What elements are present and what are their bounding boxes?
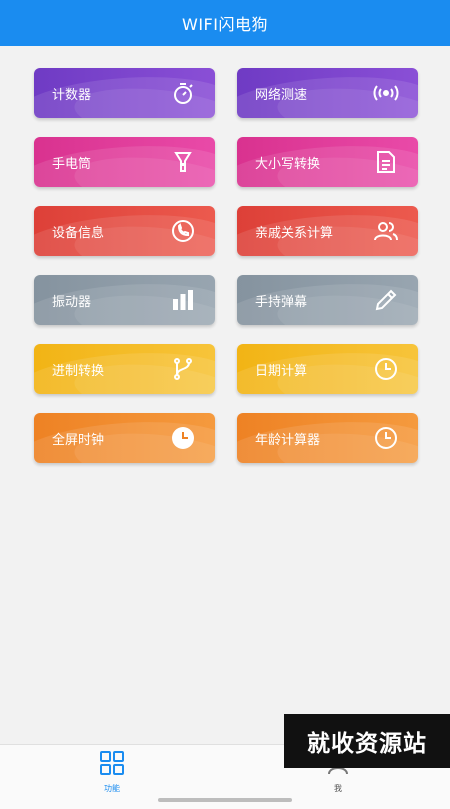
tile-case-convert[interactable]: 大小写转换 xyxy=(237,137,418,187)
clock-filled-icon xyxy=(169,424,197,452)
tile-label: 全屏时钟 xyxy=(52,432,105,448)
tile-date-calc[interactable]: 日期计算 xyxy=(237,344,418,394)
tile-relative-calc[interactable]: 亲戚关系计算 xyxy=(237,206,418,256)
people-icon xyxy=(372,217,400,245)
tab-function-label: 功能 xyxy=(104,784,120,793)
tile-label: 亲戚关系计算 xyxy=(255,225,334,241)
tab-me-label: 我 xyxy=(334,784,342,793)
clock-icon xyxy=(372,355,400,383)
app-title: WIFI闪电狗 xyxy=(182,15,268,34)
tile-label: 网络测速 xyxy=(255,87,308,103)
tile-label: 日期计算 xyxy=(255,363,308,379)
tile-flashlight[interactable]: 手电筒 xyxy=(34,137,215,187)
tab-function[interactable]: 功能 xyxy=(92,749,132,794)
tile-counter[interactable]: 计数器 xyxy=(34,68,215,118)
tile-network-speed[interactable]: 网络测速 xyxy=(237,68,418,118)
clock-icon xyxy=(372,424,400,452)
app-title-bar: WIFI闪电狗 xyxy=(0,0,450,46)
tile-base-convert[interactable]: 进制转换 xyxy=(34,344,215,394)
watermark: 就收资源站 xyxy=(284,714,450,768)
tile-label: 年龄计算器 xyxy=(255,432,321,448)
phone-icon xyxy=(169,217,197,245)
tile-vibrator[interactable]: 振动器 xyxy=(34,275,215,325)
tile-barrage[interactable]: 手持弹幕 xyxy=(237,275,418,325)
pencil-icon xyxy=(372,286,400,314)
home-indicator xyxy=(158,798,292,802)
tile-label: 计数器 xyxy=(52,87,92,103)
document-icon xyxy=(372,148,400,176)
tile-label: 设备信息 xyxy=(52,225,105,241)
signal-icon xyxy=(372,79,400,107)
flashlight-icon xyxy=(169,148,197,176)
tile-age-calc[interactable]: 年龄计算器 xyxy=(237,413,418,463)
branch-icon xyxy=(169,355,197,383)
grid-icon xyxy=(98,749,126,781)
tile-label: 手电筒 xyxy=(52,156,92,172)
tile-device-info[interactable]: 设备信息 xyxy=(34,206,215,256)
bar-chart-icon xyxy=(169,286,197,314)
feature-grid: 计数器 网络测速 手电筒 大小写转换 设备信息 亲戚关系计算 振动器 手持弹幕 … xyxy=(34,68,418,463)
tile-label: 进制转换 xyxy=(52,363,105,379)
tile-label: 手持弹幕 xyxy=(255,294,308,310)
stopwatch-icon xyxy=(169,79,197,107)
tile-label: 大小写转换 xyxy=(255,156,321,172)
tile-label: 振动器 xyxy=(52,294,92,310)
tile-fullscreen-clock[interactable]: 全屏时钟 xyxy=(34,413,215,463)
